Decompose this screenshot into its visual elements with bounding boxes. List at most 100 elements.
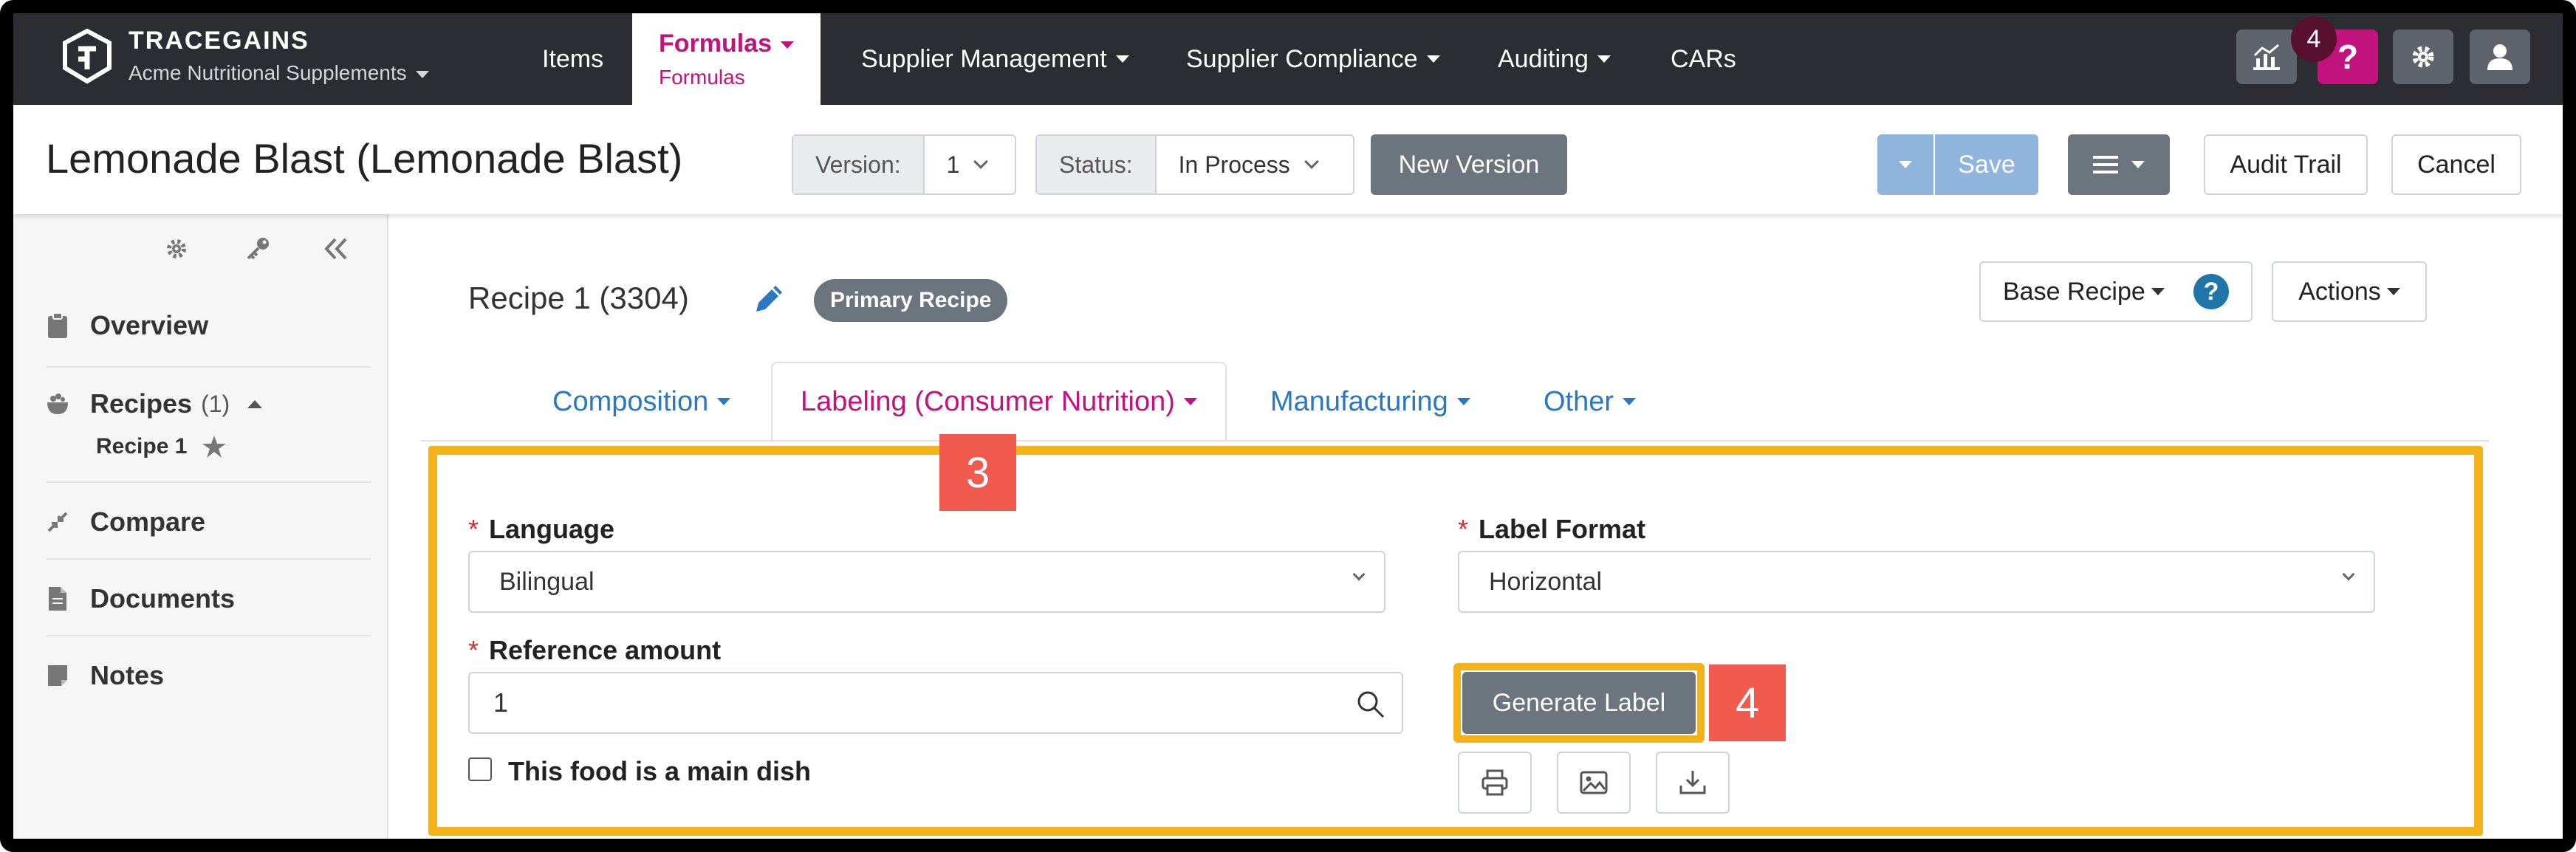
tab-manufacturing[interactable]: Manufacturing (1270, 362, 1470, 442)
nav-formulas-label: Formulas (659, 29, 773, 58)
status-value: In Process (1178, 151, 1290, 178)
base-recipe-button[interactable]: Base Recipe ? (1979, 261, 2253, 322)
analytics-button[interactable] (2236, 30, 2297, 84)
language-value: Bilingual (499, 567, 595, 596)
chevron-down-icon (1899, 161, 1912, 168)
sidebar-item-label: Documents (90, 583, 236, 614)
record-header: Lemonade Blast (Lemonade Blast) Version:… (13, 105, 2563, 214)
main-dish-checkbox[interactable] (468, 757, 492, 781)
image-button[interactable] (1557, 752, 1631, 814)
nav-cars-label: CARs (1671, 44, 1736, 73)
chevron-down-icon (1623, 398, 1637, 405)
cancel-button[interactable]: Cancel (2391, 134, 2521, 195)
gear-icon[interactable] (164, 236, 189, 261)
save-options-button[interactable] (1877, 134, 1935, 195)
nav-formulas[interactable]: Formulas Formulas (632, 13, 821, 105)
clipboard-icon (48, 312, 67, 338)
tab-underline (421, 440, 2489, 442)
sidebar-item-compare[interactable]: Compare (46, 506, 205, 537)
nav-formulas-sublabel[interactable]: Formulas (659, 66, 745, 89)
chevron-down-icon (1304, 154, 1319, 169)
collapse-sidebar-icon[interactable] (322, 236, 350, 261)
recipe-1-label: Recipe 1 (96, 434, 188, 458)
save-button[interactable]: Save (1935, 134, 2038, 195)
tab-label: Manufacturing (1270, 385, 1448, 417)
chevron-down-icon (973, 154, 989, 169)
org-selector[interactable]: Acme Nutritional Supplements (129, 61, 429, 85)
nav-supplier-management-label: Supplier Management (861, 44, 1107, 73)
help-icon: ? (2337, 38, 2359, 76)
chevron-down-icon (717, 398, 731, 405)
sidebar: Overview Recipes (1) Recipe 1 Compare Do… (13, 214, 388, 839)
sidebar-item-overview[interactable]: Overview (46, 310, 208, 341)
page-title: Lemonade Blast (Lemonade Blast) (46, 135, 683, 182)
chevron-down-icon (2131, 161, 2145, 168)
sidebar-item-documents[interactable]: Documents (46, 583, 235, 614)
brand-block[interactable]: TRACEGAINS Acme Nutritional Supplements (129, 27, 429, 85)
app-window: TRACEGAINS Acme Nutritional Supplements … (0, 0, 2576, 852)
recipe-title: Recipe 1 (3304) (468, 281, 689, 315)
user-button[interactable] (2470, 30, 2530, 84)
language-select[interactable]: Bilingual (468, 551, 1385, 613)
nav-items[interactable]: Items (542, 13, 603, 105)
notification-badge: 4 (2291, 16, 2337, 62)
settings-button[interactable] (2393, 30, 2453, 84)
star-icon (202, 436, 227, 458)
edit-pencil-icon[interactable] (750, 281, 787, 317)
label-format-value: Horizontal (1489, 567, 1603, 596)
org-name: Acme Nutritional Supplements (129, 61, 407, 84)
nav-auditing[interactable]: Auditing (1498, 13, 1611, 105)
nav-cars[interactable]: CARs (1671, 13, 1736, 105)
language-label: * Language (468, 514, 615, 544)
chevron-down-icon (1115, 55, 1129, 63)
sidebar-item-label: Recipes (90, 388, 193, 419)
label-format-label: * Label Format (1458, 514, 1646, 544)
reference-amount-label: * Reference amount (468, 635, 722, 665)
audit-trail-button[interactable]: Audit Trail (2204, 134, 2368, 195)
tab-other[interactable]: Other (1544, 362, 1637, 442)
sidebar-item-notes[interactable]: Notes (46, 660, 164, 691)
tab-labeling[interactable]: Labeling (Consumer Nutrition) (771, 362, 1227, 442)
top-navbar: TRACEGAINS Acme Nutritional Supplements … (13, 13, 2563, 105)
chevron-up-icon[interactable] (247, 399, 263, 408)
download-button[interactable] (1656, 752, 1730, 814)
sidebar-item-recipes[interactable]: Recipes (1) (46, 388, 263, 419)
new-version-button[interactable]: New Version (1371, 134, 1567, 195)
search-icon[interactable] (1356, 690, 1385, 719)
chevron-down-icon (1183, 398, 1197, 405)
nav-supplier-management[interactable]: Supplier Management (861, 13, 1129, 105)
reference-amount-value: 1 (493, 687, 509, 718)
tab-label: Other (1544, 385, 1614, 417)
menu-button[interactable] (2068, 134, 2170, 195)
help-circle-icon[interactable]: ? (2193, 274, 2229, 309)
chevron-down-icon (1352, 568, 1366, 581)
key-icon[interactable] (245, 236, 272, 261)
recipes-count: (1) (201, 390, 230, 417)
print-button[interactable] (1458, 752, 1532, 814)
actions-button[interactable]: Actions (2272, 261, 2427, 322)
image-icon (1580, 771, 1608, 794)
note-icon (48, 665, 67, 686)
nav-supplier-compliance[interactable]: Supplier Compliance (1186, 13, 1440, 105)
hamburger-icon (2093, 156, 2118, 174)
chevron-down-icon (781, 41, 795, 49)
print-icon (1481, 769, 1508, 796)
compare-arrows-icon (47, 512, 68, 532)
generate-label-button[interactable]: Generate Label (1462, 672, 1696, 734)
version-label: Version: (793, 136, 925, 193)
divider (46, 635, 371, 636)
version-value: 1 (946, 151, 960, 178)
chevron-down-icon (415, 70, 429, 78)
status-select[interactable]: Status: In Process (1035, 134, 1354, 195)
chevron-down-icon (2151, 288, 2165, 295)
tab-composition[interactable]: Composition (552, 362, 731, 442)
divider (46, 366, 371, 368)
label-format-select[interactable]: Horizontal (1458, 551, 2375, 613)
reference-amount-input[interactable]: 1 (468, 672, 1403, 734)
sidebar-subitem-recipe-1[interactable]: Recipe 1 (96, 434, 227, 459)
main-dish-label: This food is a main dish (508, 756, 812, 786)
base-recipe-label: Base Recipe (2003, 277, 2145, 306)
step-callout-4: 4 (1709, 664, 1786, 741)
version-select[interactable]: Version: 1 (792, 134, 1016, 195)
actions-label: Actions (2298, 277, 2381, 306)
